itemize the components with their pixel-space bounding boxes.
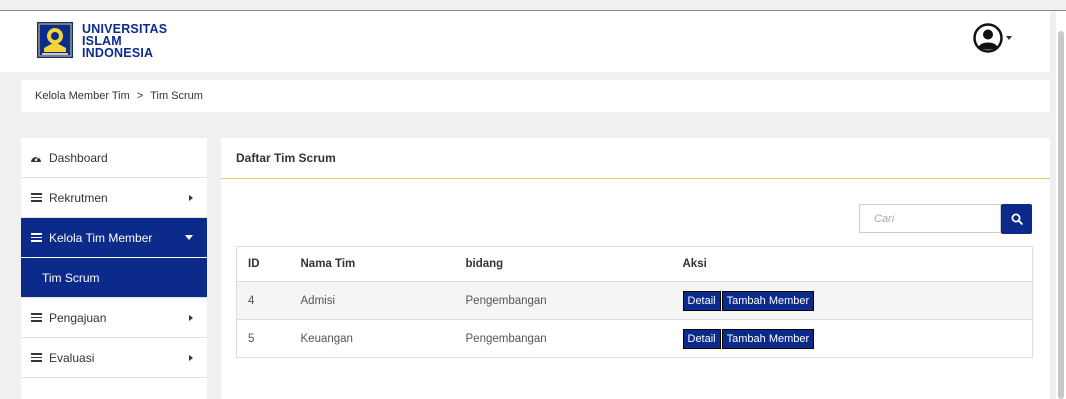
- cell-aksi: Detail Tambah Member: [682, 281, 1033, 320]
- search-button[interactable]: [1001, 204, 1032, 234]
- search-form: [859, 204, 1032, 234]
- list-icon: [29, 313, 43, 322]
- team-table: ID Nama Tim bidang Aksi 4 Admisi Pengemb…: [236, 246, 1033, 358]
- table-row: 5 Keuangan Pengembangan Detail Tambah Mem…: [236, 319, 1033, 358]
- breadcrumb-parent[interactable]: Kelola Member Tim: [35, 90, 130, 102]
- sidebar-item-rekrutmen[interactable]: Rekrutmen: [21, 178, 207, 218]
- breadcrumb-separator: >: [136, 90, 144, 102]
- table-header-row: ID Nama Tim bidang Aksi: [236, 246, 1033, 282]
- search-input[interactable]: [859, 204, 1001, 233]
- column-header-aksi: Aksi: [682, 246, 1033, 282]
- cell-nama-tim: Keuangan: [300, 319, 466, 358]
- cell-id: 4: [236, 281, 301, 320]
- sidebar-subitem-tim-scrum[interactable]: Tim Scrum: [21, 258, 207, 298]
- cell-aksi: Detail Tambah Member: [682, 319, 1033, 358]
- caret-down-icon: [185, 235, 193, 240]
- tambah-member-button[interactable]: Tambah Member: [721, 328, 815, 349]
- chevron-down-icon: [1006, 36, 1012, 40]
- sidebar-item-evaluasi[interactable]: Evaluasi: [21, 338, 207, 378]
- uii-logo[interactable]: UNIVERSITAS ISLAM INDONESIA: [36, 21, 167, 59]
- sidebar-item-dashboard[interactable]: Dashboard: [21, 138, 207, 178]
- sidebar-item-kelola-tim-member[interactable]: Kelola Tim Member: [21, 218, 207, 258]
- list-icon: [29, 233, 43, 242]
- cell-bidang: Pengembangan: [465, 319, 683, 358]
- sidebar-item-pengajuan[interactable]: Pengajuan: [21, 298, 207, 338]
- caret-right-icon: [189, 314, 193, 321]
- column-header-bidang: bidang: [465, 246, 683, 282]
- sidebar-item-label: Kelola Tim Member: [49, 230, 153, 245]
- sidebar-item-label: Tim Scrum: [42, 270, 100, 285]
- team-list-panel: Daftar Tim Scrum ID Nama Tim bidang Aksi…: [221, 138, 1050, 399]
- table-row: 4 Admisi Pengembangan Detail Tambah Membe…: [236, 281, 1033, 320]
- panel-title: Daftar Tim Scrum: [221, 138, 1050, 179]
- user-avatar-icon: [973, 23, 1003, 53]
- cell-id: 5: [236, 319, 301, 358]
- search-icon: [1011, 213, 1023, 225]
- scrollbar-thumb[interactable]: [1058, 31, 1064, 399]
- sidebar-item-label: Rekrutmen: [49, 190, 108, 205]
- tachometer-icon: [29, 153, 43, 163]
- uii-emblem-icon: [37, 22, 73, 58]
- cell-bidang: Pengembangan: [465, 281, 683, 320]
- user-menu-button[interactable]: [973, 23, 1012, 53]
- list-icon: [29, 353, 43, 362]
- top-header: UNIVERSITAS ISLAM INDONESIA: [0, 11, 1050, 72]
- sidebar-item-label: Dashboard: [49, 150, 108, 165]
- logo-line-3: INDONESIA: [82, 46, 154, 60]
- cell-nama-tim: Admisi: [300, 281, 466, 320]
- logo-text: UNIVERSITAS ISLAM INDONESIA: [82, 23, 167, 60]
- sidebar: Dashboard Rekrutmen Kelola Tim Member Ti…: [21, 138, 207, 399]
- sidebar-item-label: Pengajuan: [49, 310, 107, 325]
- detail-button[interactable]: Detail: [682, 290, 721, 311]
- caret-right-icon: [189, 354, 193, 361]
- column-header-id: ID: [236, 246, 301, 282]
- list-icon: [29, 193, 43, 202]
- page-scrollbar[interactable]: [1056, 11, 1066, 399]
- detail-button[interactable]: Detail: [682, 328, 721, 349]
- tambah-member-button[interactable]: Tambah Member: [721, 290, 815, 311]
- sidebar-item-label: Evaluasi: [49, 350, 95, 365]
- caret-right-icon: [189, 194, 193, 201]
- column-header-nama-tim: Nama Tim: [300, 246, 466, 282]
- breadcrumb-current: Tim Scrum: [150, 90, 203, 102]
- breadcrumb: Kelola Member Tim > Tim Scrum: [21, 80, 1050, 112]
